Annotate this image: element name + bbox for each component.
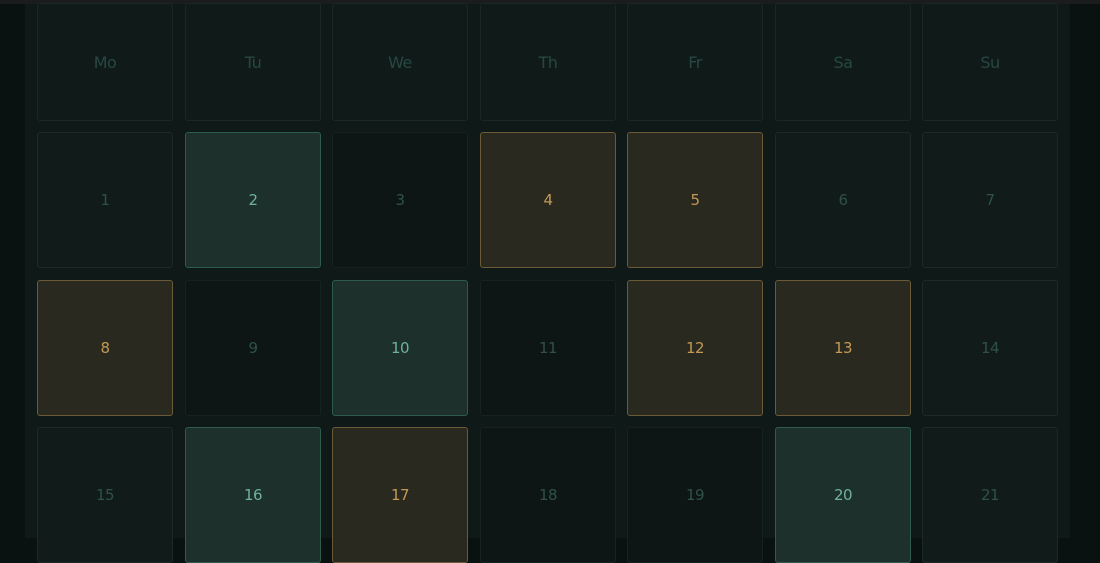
weekday-header-su: Su xyxy=(922,3,1058,121)
weekday-header-fr: Fr xyxy=(627,3,763,121)
day-cell-8[interactable]: 8 xyxy=(37,280,173,416)
day-cell-3[interactable]: 3 xyxy=(332,132,468,268)
day-cell-18[interactable]: 18 xyxy=(480,427,616,563)
day-cell-11[interactable]: 11 xyxy=(480,280,616,416)
day-cell-4[interactable]: 4 xyxy=(480,132,616,268)
day-cell-7[interactable]: 7 xyxy=(922,132,1058,268)
weekday-header-sa: Sa xyxy=(775,3,911,121)
weekday-header-mo: Mo xyxy=(37,3,173,121)
day-cell-6[interactable]: 6 xyxy=(775,132,911,268)
day-cell-1[interactable]: 1 xyxy=(37,132,173,268)
day-cell-14[interactable]: 14 xyxy=(922,280,1058,416)
day-cell-17[interactable]: 17 xyxy=(332,427,468,563)
day-cell-21[interactable]: 21 xyxy=(922,427,1058,563)
day-cell-20[interactable]: 20 xyxy=(775,427,911,563)
weekday-header-we: We xyxy=(332,3,468,121)
day-cell-9[interactable]: 9 xyxy=(185,280,321,416)
weekday-header-th: Th xyxy=(480,3,616,121)
day-cell-16[interactable]: 16 xyxy=(185,427,321,563)
day-cell-19[interactable]: 19 xyxy=(627,427,763,563)
day-cell-13[interactable]: 13 xyxy=(775,280,911,416)
day-cell-5[interactable]: 5 xyxy=(627,132,763,268)
day-cell-12[interactable]: 12 xyxy=(627,280,763,416)
weekday-header-tu: Tu xyxy=(185,3,321,121)
day-cell-15[interactable]: 15 xyxy=(37,427,173,563)
day-cell-2[interactable]: 2 xyxy=(185,132,321,268)
day-cell-10[interactable]: 10 xyxy=(332,280,468,416)
